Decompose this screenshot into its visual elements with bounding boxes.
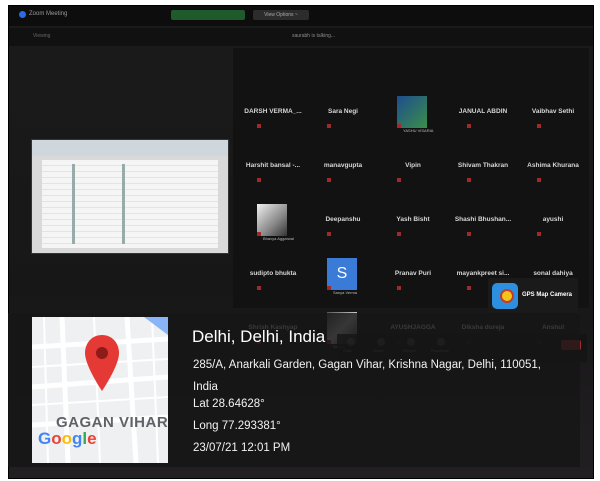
gallery-view: DARSH VERMA_... Sara Negi YASHU VISARIA JAN… xyxy=(233,48,589,349)
participant-name: Shashi Bhushan... xyxy=(454,216,512,223)
location-address: 285/A, Anarkali Garden, Gagan Vihar, Kri… xyxy=(193,359,541,393)
participant-name: Shivam Thakran xyxy=(457,162,509,169)
muted-mic-icon xyxy=(537,232,541,236)
muted-mic-icon xyxy=(327,178,331,182)
google-logo: Google xyxy=(38,429,97,449)
participant-tile[interactable]: Deepanshu xyxy=(307,200,379,256)
participant-name: Harshit bansal -... xyxy=(245,162,301,169)
participant-tile[interactable]: Ashima Khurana xyxy=(517,146,589,202)
participant-tile[interactable]: YASHU VISARIA xyxy=(377,92,449,148)
map-pin-icon xyxy=(85,335,119,391)
participant-tile[interactable]: ayushi xyxy=(517,200,589,256)
muted-mic-icon xyxy=(397,286,401,290)
participant-avatar: S xyxy=(327,258,357,290)
muted-mic-icon xyxy=(467,232,471,236)
participant-name: JANUAL ABDIN xyxy=(458,108,508,115)
gps-badge-label: GPS Map Camera xyxy=(522,292,573,298)
participant-tile[interactable]: Harshit bansal -... xyxy=(237,146,309,202)
participant-name: sonal dahiya xyxy=(533,270,573,277)
muted-mic-icon xyxy=(467,178,471,182)
logo-letter: o xyxy=(51,429,62,448)
zoom-title-bar: Zoom Meeting View Options ~ xyxy=(9,6,593,26)
zoom-icon xyxy=(19,11,26,18)
muted-mic-icon xyxy=(537,124,541,128)
muted-mic-icon xyxy=(257,178,261,182)
meeting-info-bar: Viewing saurabh is talking... xyxy=(9,28,593,46)
participant-tile[interactable]: Yash Bisht xyxy=(377,200,449,256)
viewing-label: Viewing xyxy=(33,33,51,39)
participant-tile[interactable]: S Sanya Verma xyxy=(307,254,379,310)
active-speaker-label: saurabh is talking... xyxy=(292,33,336,39)
participant-name: mayankpreet si... xyxy=(456,270,510,277)
participant-name: Yash Bisht xyxy=(396,216,430,223)
muted-mic-icon xyxy=(397,232,401,236)
view-options-button[interactable]: View Options ~ xyxy=(253,10,309,20)
muted-mic-icon xyxy=(467,124,471,128)
participant-name: Ashima Khurana xyxy=(527,162,579,169)
participant-tile[interactable]: Shashi Bhushan... xyxy=(447,200,519,256)
sheet-column xyxy=(72,164,75,244)
screen-share-tab[interactable] xyxy=(171,10,245,20)
gps-badge: GPS Map Camera xyxy=(488,278,578,314)
logo-letter: g xyxy=(72,429,83,448)
muted-mic-icon xyxy=(327,286,331,290)
muted-mic-icon xyxy=(397,178,401,182)
muted-mic-icon xyxy=(257,232,261,236)
logo-letter: e xyxy=(87,429,97,448)
shared-screen[interactable] xyxy=(31,139,229,254)
latitude: Lat 28.64628° xyxy=(193,398,265,410)
participant-tile[interactable]: sudipto bhukta xyxy=(237,254,309,310)
location-title: Delhi, Delhi, India xyxy=(192,327,326,346)
muted-mic-icon xyxy=(327,124,331,128)
participant-name: Vipin xyxy=(405,162,421,169)
participant-tile[interactable]: Shivam Thakran xyxy=(447,146,519,202)
muted-mic-icon xyxy=(467,286,471,290)
logo-letter: o xyxy=(61,429,73,448)
participant-tile[interactable]: DARSH VERMA_... xyxy=(237,92,309,148)
participant-tile[interactable]: Vipin xyxy=(377,146,449,202)
participant-name: Pranav Puri xyxy=(394,270,432,277)
participant-caption: YASHU VISARIA xyxy=(403,128,434,133)
participant-tile[interactable]: Pranav Puri xyxy=(377,254,449,310)
shared-window-header xyxy=(32,140,228,156)
gps-map-camera-icon xyxy=(492,283,518,309)
participant-tile[interactable]: JANUAL ABDIN xyxy=(447,92,519,148)
participant-avatar xyxy=(397,96,427,128)
muted-mic-icon xyxy=(257,124,261,128)
participant-tile[interactable]: Sara Negi xyxy=(307,92,379,148)
muted-mic-icon xyxy=(397,124,401,128)
longitude: Long 77.293381° xyxy=(193,420,281,432)
datetime: 23/07/21 12:01 PM xyxy=(193,442,291,454)
participant-caption: Bhavya Aggarwal xyxy=(263,236,294,241)
participant-name: Deepanshu xyxy=(325,216,361,223)
participant-tile[interactable]: manavgupta xyxy=(307,146,379,202)
participant-name: manavgupta xyxy=(323,162,363,169)
participant-tile[interactable]: Bhavya Aggarwal xyxy=(237,200,309,256)
participant-name: DARSH VERMA_... xyxy=(244,108,302,115)
participant-name: Sara Negi xyxy=(328,108,358,115)
shared-spreadsheet xyxy=(42,160,218,248)
participant-tile[interactable]: Vaibhav Sethi xyxy=(517,92,589,148)
muted-mic-icon xyxy=(537,178,541,182)
app-title: Zoom Meeting xyxy=(29,11,68,17)
muted-mic-icon xyxy=(257,286,261,290)
logo-letter: G xyxy=(38,429,52,448)
sheet-column xyxy=(122,164,125,244)
participant-name: Vaibhav Sethi xyxy=(531,108,575,115)
participant-name: sudipto bhukta xyxy=(249,270,297,277)
muted-mic-icon xyxy=(327,232,331,236)
participant-avatar xyxy=(257,204,287,236)
participant-name: ayushi xyxy=(542,216,564,223)
participant-caption: Sanya Verma xyxy=(333,290,358,295)
